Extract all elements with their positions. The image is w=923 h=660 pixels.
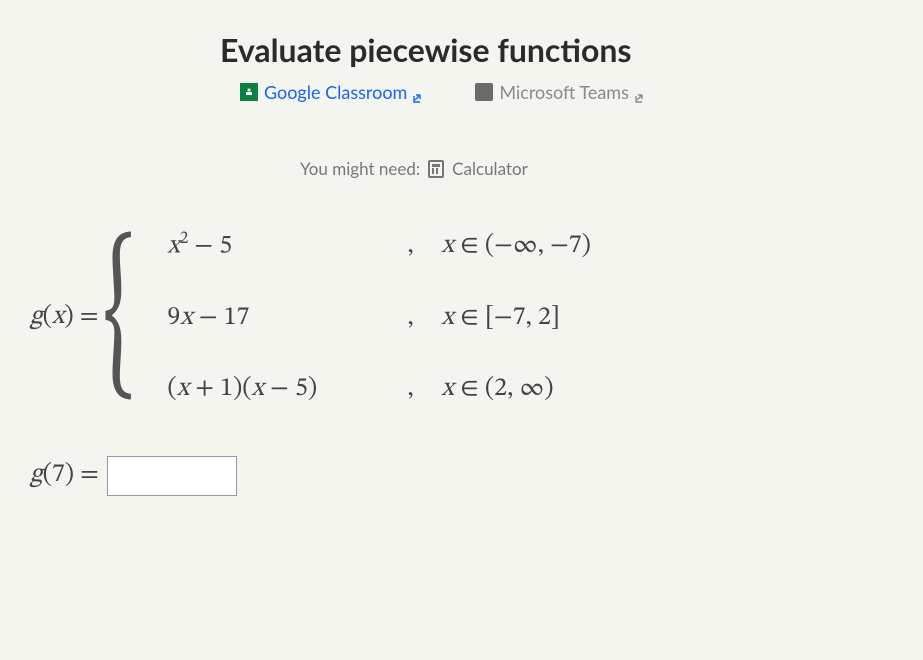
curly-brace: { <box>103 236 135 398</box>
case-cond: x ∈ (2, ∞) <box>427 373 591 406</box>
answer-prompt: g(7) = <box>30 459 99 492</box>
answer-input[interactable] <box>107 456 237 496</box>
hint-tool: Calculator <box>452 158 528 179</box>
microsoft-teams-link[interactable]: Microsoft Teams <box>475 81 647 103</box>
answer-row: g(7) = <box>30 456 903 496</box>
microsoft-teams-label: Microsoft Teams <box>499 81 629 103</box>
piecewise-function: g(x) = { x2 − 5 , x ∈ (−∞, −7) 9x − 17 ,… <box>30 229 903 406</box>
external-link-icon <box>413 86 425 98</box>
case-expr: x2 − 5 <box>167 229 407 264</box>
google-classroom-link[interactable]: Google Classroom <box>240 81 425 103</box>
case-expr: (x + 1)(x − 5) <box>167 373 407 406</box>
comma: , <box>407 373 427 406</box>
function-lhs: g(x) = <box>30 301 103 334</box>
hint-row: You might need: Calculator <box>300 158 903 179</box>
external-link-icon <box>635 86 647 98</box>
google-classroom-icon <box>240 83 258 101</box>
comma: , <box>407 302 427 335</box>
microsoft-teams-icon <box>475 83 493 101</box>
calculator-icon <box>428 160 444 178</box>
comma: , <box>407 230 427 263</box>
case-cond: x ∈ (−∞, −7) <box>427 230 591 263</box>
hint-prefix: You might need: <box>300 158 420 179</box>
share-row: Google Classroom Microsoft Teams <box>240 81 903 103</box>
page-title: Evaluate piecewise functions <box>220 30 903 69</box>
case-cond: x ∈ [−7, 2] <box>427 302 591 335</box>
google-classroom-label: Google Classroom <box>264 81 407 103</box>
cases: x2 − 5 , x ∈ (−∞, −7) 9x − 17 , x ∈ [−7,… <box>167 229 591 406</box>
case-expr: 9x − 17 <box>167 302 407 335</box>
